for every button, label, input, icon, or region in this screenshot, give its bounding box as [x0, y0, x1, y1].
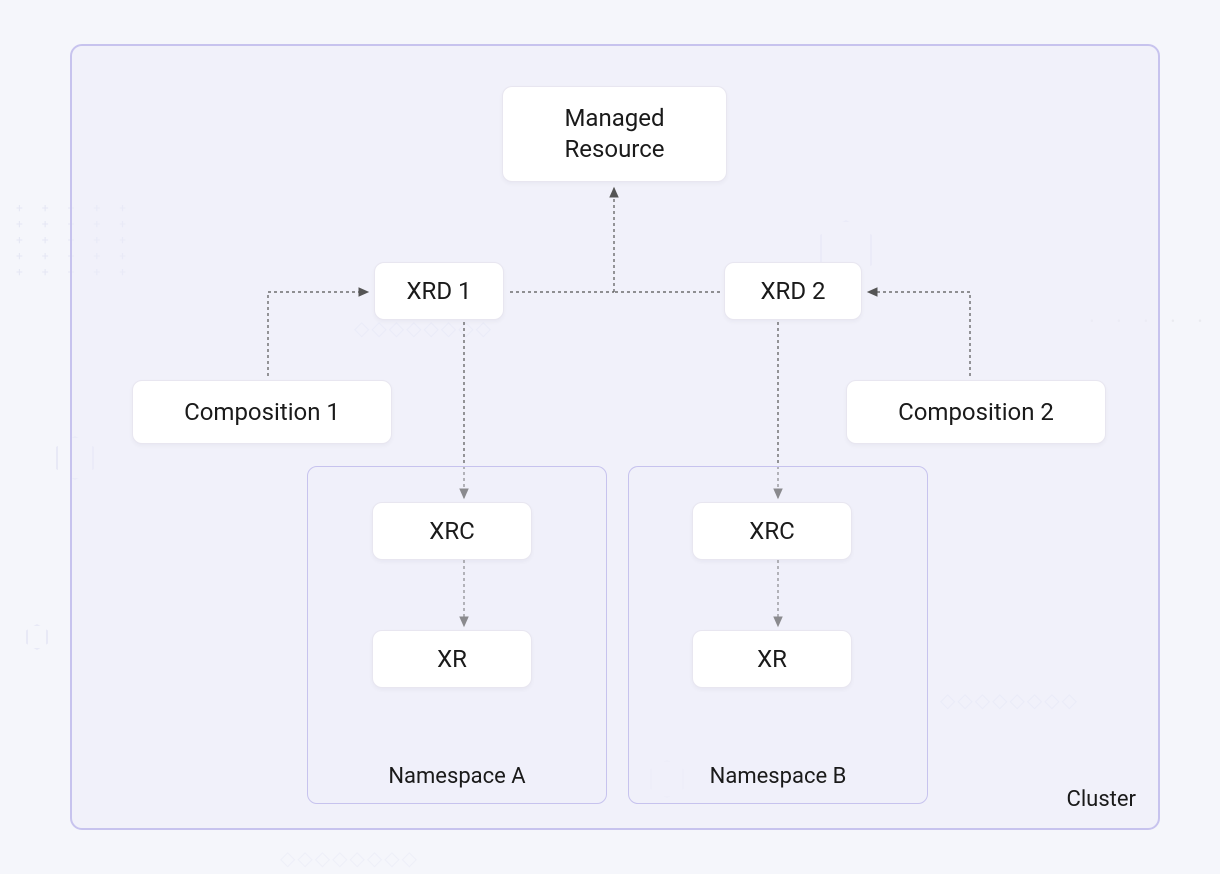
- xrc-a-box: XRC: [372, 502, 532, 560]
- cluster-label: Cluster: [1067, 787, 1136, 812]
- composition-1-box: Composition 1: [132, 380, 392, 444]
- cluster-container: Cluster Managed Resource XRD 1 XRD 2: [70, 44, 1160, 830]
- composition-2-box: Composition 2: [846, 380, 1106, 444]
- managed-resource-box: Managed Resource: [502, 86, 727, 182]
- bg-diamonds-deco: ◇◇◇◇◇◇◇◇: [280, 846, 419, 870]
- xrd-2-box: XRD 2: [724, 262, 862, 320]
- namespace-b-label: Namespace B: [629, 764, 927, 789]
- xr-a-box: XR: [372, 630, 532, 688]
- xrc-b-box: XRC: [692, 502, 852, 560]
- bg-hexagon-deco: [26, 624, 48, 650]
- xr-b-box: XR: [692, 630, 852, 688]
- xrd-1-box: XRD 1: [374, 262, 504, 320]
- namespace-a-label: Namespace A: [308, 764, 606, 789]
